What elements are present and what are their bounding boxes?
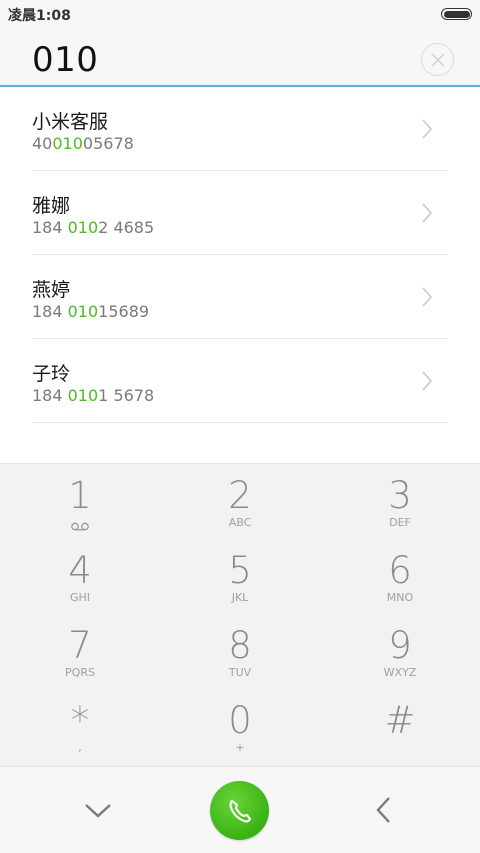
backspace-button[interactable]: [365, 790, 405, 830]
dial-keypad: 1 2 ABC 3 DEF 4 GHI 5 JKL 6 MNO 7 PQRS 8…: [0, 463, 480, 766]
status-time: 凌晨1:08: [8, 8, 71, 24]
key-digit: 2: [228, 474, 252, 517]
bottom-action-bar: [0, 766, 480, 853]
key-letters: +: [235, 741, 245, 754]
matched-digits: 010: [67, 302, 99, 321]
clear-button[interactable]: [421, 43, 454, 76]
key-8[interactable]: 8 TUV: [160, 614, 320, 689]
key-letters: ,: [78, 741, 82, 754]
voicemail-icon: [71, 522, 89, 531]
key-1[interactable]: 1: [0, 464, 160, 539]
key-letters: PQRS: [65, 666, 95, 679]
key-letters: GHI: [69, 591, 91, 604]
key-digit: 3: [388, 474, 412, 517]
contact-results-list: 小米客服 4001005678 雅娜 184 0102 4685 燕婷 184 …: [0, 87, 480, 463]
dial-input-row: 010: [0, 28, 480, 86]
key-7[interactable]: 7 PQRS: [0, 614, 160, 689]
contact-number: 184 0102 4685: [32, 218, 155, 237]
contact-number: 184 0101 5678: [32, 386, 155, 405]
key-digit: *: [70, 699, 90, 742]
status-bar: 凌晨1:08: [0, 0, 480, 28]
chevron-right-icon: [422, 371, 433, 391]
key-4[interactable]: 4 GHI: [0, 539, 160, 614]
chevron-right-icon: [422, 119, 433, 139]
key-5[interactable]: 5 JKL: [160, 539, 320, 614]
matched-digits: 010: [52, 134, 83, 153]
contact-name: 小米客服: [32, 111, 109, 133]
clear-icon: [431, 53, 445, 67]
key-digit: 1: [68, 474, 92, 517]
backspace-icon: [376, 797, 390, 823]
contact-result[interactable]: 子玲 184 0101 5678: [0, 339, 480, 423]
key-hash[interactable]: #: [320, 689, 480, 764]
chevron-right-icon: [422, 203, 433, 223]
key-digit: 6: [388, 549, 412, 592]
phone-icon: [229, 800, 251, 823]
key-letters: TUV: [228, 666, 252, 679]
contact-name: 雅娜: [32, 195, 71, 217]
chevron-right-icon: [422, 287, 433, 307]
key-letters: ABC: [228, 516, 252, 529]
key-digit: 0: [228, 699, 252, 742]
matched-digits: 010: [67, 218, 99, 237]
divider: [32, 422, 448, 423]
contact-result[interactable]: 雅娜 184 0102 4685: [0, 171, 480, 255]
contact-number: 184 01015689: [32, 302, 150, 321]
key-6[interactable]: 6 MNO: [320, 539, 480, 614]
collapse-keypad-button[interactable]: [78, 790, 118, 830]
key-3[interactable]: 3 DEF: [320, 464, 480, 539]
key-letters: WXYZ: [383, 666, 417, 679]
key-2[interactable]: 2 ABC: [160, 464, 320, 539]
key-digit: 5: [228, 549, 252, 592]
chevron-down-icon: [85, 804, 111, 818]
key-digit: 7: [68, 624, 92, 667]
battery-icon: [441, 8, 472, 20]
key-letters: DEF: [389, 516, 411, 529]
matched-digits: 010: [67, 386, 99, 405]
contact-name: 燕婷: [32, 279, 71, 301]
key-letters: JKL: [231, 591, 249, 604]
key-star[interactable]: * ,: [0, 689, 160, 764]
call-button[interactable]: [210, 781, 269, 840]
key-digit: 8: [228, 624, 252, 667]
key-digit: 4: [68, 549, 92, 592]
key-digit: 9: [388, 624, 412, 667]
key-9[interactable]: 9 WXYZ: [320, 614, 480, 689]
contact-number: 4001005678: [32, 134, 134, 153]
contact-result[interactable]: 小米客服 4001005678: [0, 87, 480, 171]
contact-result[interactable]: 燕婷 184 01015689: [0, 255, 480, 339]
dialed-number[interactable]: 010: [32, 40, 98, 80]
contact-name: 子玲: [32, 363, 71, 385]
key-0[interactable]: 0 +: [160, 689, 320, 764]
key-letters: MNO: [386, 591, 414, 604]
key-digit: #: [384, 699, 416, 742]
